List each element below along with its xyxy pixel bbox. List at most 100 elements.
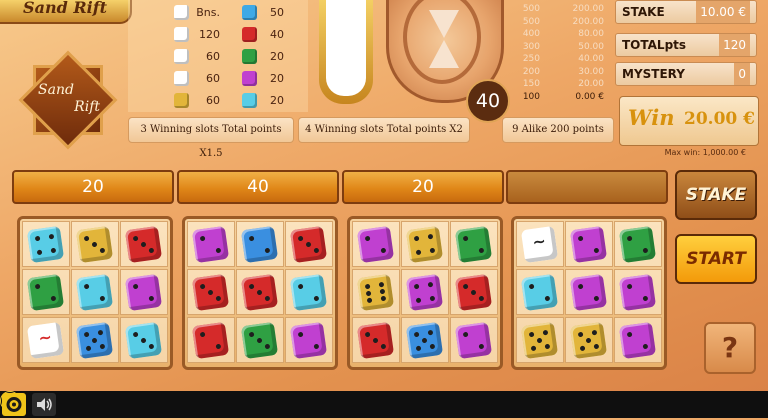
dice-cell — [187, 221, 235, 267]
sound-icon[interactable] — [32, 393, 56, 416]
points-prize-row: 300 50.00 — [500, 42, 612, 54]
max-win-text: Max win: 1,000.00 € — [664, 148, 746, 157]
paytable-value: 50 — [270, 6, 284, 19]
paytable-row-right: 20 — [128, 70, 308, 90]
total-value: 120 — [719, 34, 750, 56]
paytable-row-right: 20 — [128, 48, 308, 68]
slot-2-points: 40 — [177, 170, 339, 204]
magenta-die-icon — [405, 273, 444, 312]
logo-banner: Sand Rift — [0, 0, 132, 24]
dice-cell — [285, 317, 333, 363]
game-logo: Sand Rift — [18, 50, 118, 150]
stake-label: STAKE — [622, 5, 665, 19]
paytable-value: 20 — [270, 94, 284, 107]
dice-cell — [614, 269, 662, 315]
dice-cell — [614, 317, 662, 363]
slot-1-points: 20 — [12, 170, 174, 204]
mystery-value: 0 — [734, 63, 750, 85]
paytable: Bns. 120 60 60 60 50 40 20 20 20 — [128, 0, 308, 112]
red-die-icon — [454, 273, 493, 312]
points-value: 100 — [522, 91, 540, 102]
dice-cell — [450, 317, 498, 363]
prize-value: 30.00 — [578, 66, 604, 77]
magenta-die-icon — [569, 273, 608, 312]
dice-cell — [401, 269, 449, 315]
dice-grid-2 — [182, 216, 338, 370]
points-value: 200 — [522, 66, 540, 77]
points-value: 500 — [522, 4, 540, 14]
points-value: 400 — [522, 29, 540, 39]
slot-3-points: 20 — [342, 170, 504, 204]
dice-cell — [401, 221, 449, 267]
kanji-black-die-icon: ~ — [520, 225, 559, 264]
dice-grid-4: ~ — [511, 216, 667, 370]
dice-cell — [187, 317, 235, 363]
total-label: TOTALpts — [622, 38, 687, 52]
dice-cell — [565, 221, 613, 267]
hourglass-icon — [429, 10, 459, 70]
help-button[interactable]: ? — [704, 322, 756, 374]
dice-cell — [450, 269, 498, 315]
kanji-symbol: ~ — [531, 231, 548, 252]
points-value: 300 — [522, 41, 540, 52]
paytable-value: 40 — [270, 28, 284, 41]
green-die-icon — [454, 225, 493, 264]
yellow-die-icon — [569, 321, 608, 360]
prize-value: 80.00 — [578, 29, 604, 39]
red-die-icon — [191, 273, 230, 312]
prize-value: 20.00 — [578, 79, 604, 89]
red-die-icon — [124, 225, 163, 264]
mystery-label: MYSTERY — [622, 67, 685, 81]
gear-icon[interactable] — [2, 393, 26, 416]
logo-text: Sand Rift — [18, 82, 118, 116]
start-button[interactable]: START — [675, 234, 757, 284]
stake-value: 10.00 € — [696, 1, 750, 23]
dice-cell — [352, 317, 400, 363]
yellow-die-icon — [520, 321, 559, 360]
magenta-die-icon — [618, 273, 657, 312]
dice-cell — [71, 221, 119, 267]
red-die-icon — [289, 225, 328, 264]
win-label: Win — [628, 105, 675, 130]
dice-cell — [187, 269, 235, 315]
dice-cell — [450, 221, 498, 267]
dice-cell — [120, 317, 168, 363]
prize-value: 200.00 — [572, 16, 605, 27]
bonus-tablet-inner — [326, 0, 366, 96]
paytable-row-right: 20 — [128, 92, 308, 112]
stake-button[interactable]: STAKE — [675, 170, 757, 220]
prize-value: 40.00 — [578, 54, 604, 64]
dice-cell — [565, 317, 613, 363]
magenta-die-icon — [618, 321, 657, 360]
magenta-die-icon — [124, 273, 163, 312]
red-die-icon — [191, 321, 230, 360]
points-value: 150 — [522, 79, 540, 89]
cyan-die-icon — [124, 321, 163, 360]
points-prize-row: 400 80.00 — [500, 29, 612, 41]
cyan-die-icon — [26, 225, 65, 264]
paytable-value: 20 — [270, 72, 284, 85]
bottom-toolbar: i — [0, 391, 768, 418]
paytable-value: 20 — [270, 50, 284, 63]
dice-cell — [236, 221, 284, 267]
blue-die-icon — [75, 321, 114, 360]
points-prize-row: 200 30.00 — [500, 67, 612, 79]
red-die-icon — [356, 321, 395, 360]
dice-cell — [22, 221, 70, 267]
green-die-icon — [618, 225, 657, 264]
slot-4-points — [506, 170, 668, 204]
dice-grid-1: ~ — [17, 216, 173, 370]
win-value: 20.00 € — [684, 109, 755, 129]
magenta-die-icon — [569, 225, 608, 264]
red-die-icon — [240, 273, 279, 312]
dice-cell — [285, 221, 333, 267]
dice-cell — [71, 269, 119, 315]
points-prize-table: 500 200.00 500 200.00 400 80.00 300 50.00 250 40.… — [500, 0, 612, 108]
banner-3-slots: 3 Winning slots Total points X1.5 — [128, 117, 294, 159]
cyan-die-icon — [289, 273, 328, 312]
magenta-die-icon — [289, 321, 328, 360]
dice-cell — [401, 317, 449, 363]
win-display: Win 20.00 € — [619, 96, 759, 146]
green-die-icon — [26, 273, 65, 312]
yellow-die-icon — [75, 225, 114, 264]
